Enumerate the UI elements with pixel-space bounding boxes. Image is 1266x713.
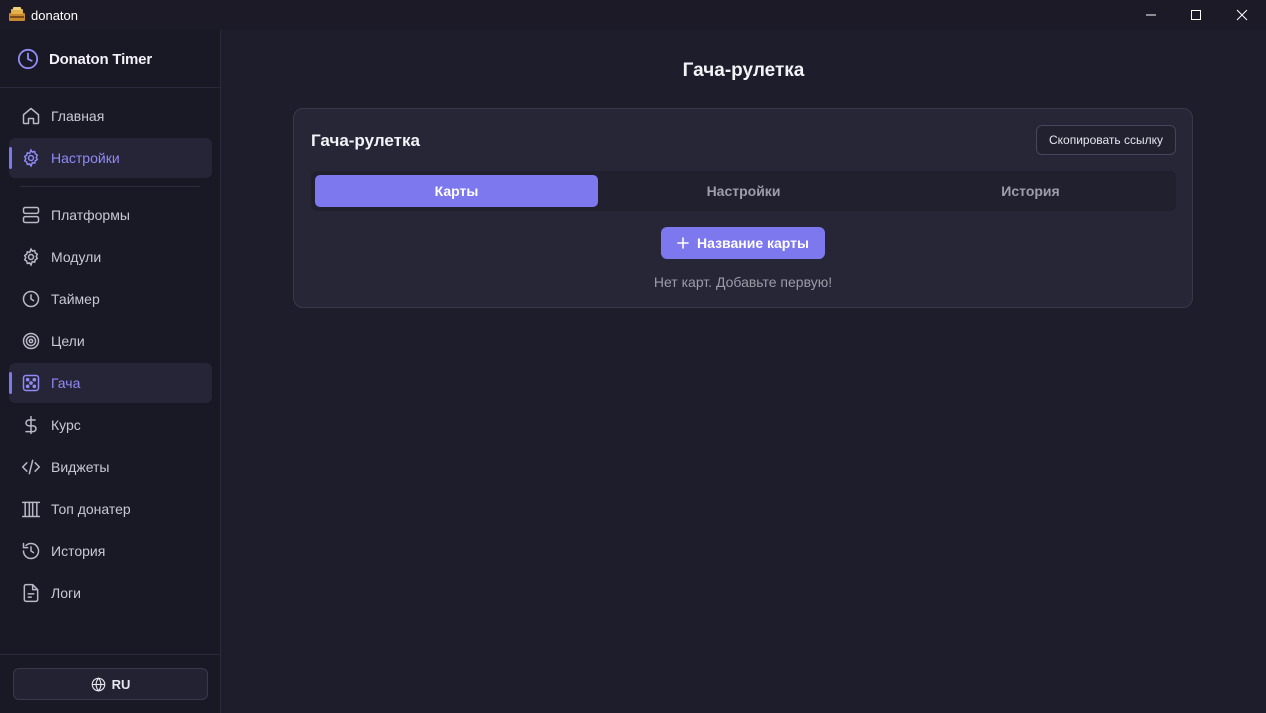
copy-link-button[interactable]: Скопировать ссылку (1036, 125, 1176, 155)
minimize-button[interactable] (1128, 0, 1174, 30)
tabs: Карты Настройки История (311, 171, 1176, 211)
sidebar-item-platforms[interactable]: Платформы (9, 195, 212, 235)
tab-settings[interactable]: Настройки (602, 175, 885, 207)
close-icon (1236, 9, 1248, 21)
dollar-icon (25, 415, 37, 435)
clock-icon (22, 290, 40, 308)
title-bar: donaton (0, 0, 1266, 30)
page-title: Гача-рулетка (682, 60, 805, 81)
empty-state-text: Нет карт. Добавьте первую! (653, 274, 833, 290)
gear-icon (23, 247, 39, 267)
sidebar-item-label: Курс (51, 417, 81, 433)
target-icon (22, 332, 40, 350)
sidebar-item-rate[interactable]: Курс (9, 405, 212, 445)
sidebar-item-label: Главная (51, 108, 105, 124)
sidebar-item-label: Виджеты (51, 459, 110, 475)
brand: Donaton Timer (0, 30, 220, 88)
sidebar-item-timer[interactable]: Таймер (9, 279, 212, 319)
sidebar-item-home[interactable]: Главная (9, 96, 212, 136)
sidebar-item-label: Платформы (51, 207, 130, 223)
gear-icon (23, 148, 39, 168)
sidebar-item-label: Топ донатер (51, 501, 131, 517)
gacha-card: Гача-рулетка Скопировать ссылку Карты На… (293, 108, 1193, 308)
history-icon (22, 542, 40, 560)
sidebar: Donaton Timer Главная Настройки Платформ… (0, 30, 221, 713)
code-icon (21, 459, 41, 475)
sidebar-item-label: Логи (51, 585, 81, 601)
add-card-label: Название карты (697, 235, 809, 251)
maximize-icon (1191, 10, 1201, 20)
sidebar-item-settings[interactable]: Настройки (9, 138, 212, 178)
tab-history[interactable]: История (889, 175, 1172, 207)
home-icon (22, 107, 40, 125)
close-button[interactable] (1219, 0, 1265, 30)
sidebar-item-label: Гача (51, 375, 81, 391)
add-card-button[interactable]: Название карты (661, 227, 825, 259)
file-text-icon (23, 583, 39, 603)
window-title: donaton (31, 8, 78, 23)
card-title: Гача-рулетка (311, 131, 420, 150)
sidebar-item-logs[interactable]: Логи (9, 573, 212, 613)
sidebar-item-label: История (51, 543, 106, 559)
sidebar-item-label: Цели (51, 333, 85, 349)
sidebar-item-widgets[interactable]: Виджеты (9, 447, 212, 487)
sidebar-item-label: Таймер (51, 291, 100, 307)
sidebar-item-history[interactable]: История (9, 531, 212, 571)
plus-icon (677, 237, 689, 249)
maximize-button[interactable] (1173, 0, 1219, 30)
clock-icon (17, 48, 39, 70)
globe-icon (91, 676, 105, 692)
sidebar-item-goals[interactable]: Цели (9, 321, 212, 361)
sidebar-footer-divider (0, 654, 220, 655)
sidebar-item-top-donater[interactable]: Топ донатер (9, 489, 212, 529)
sidebar-item-label: Модули (51, 249, 102, 265)
server-icon (22, 206, 40, 224)
sidebar-divider (20, 186, 200, 187)
sidebar-item-modules[interactable]: Модули (9, 237, 212, 277)
tab-cards[interactable]: Карты (315, 175, 598, 207)
sidebar-item-gacha[interactable]: Гача (9, 363, 212, 403)
sidebar-item-label: Настройки (51, 150, 120, 166)
language-label: RU (111, 676, 131, 692)
dice-icon (22, 374, 40, 392)
podium-icon (21, 501, 41, 518)
minimize-icon (1146, 14, 1156, 16)
language-button[interactable]: RU (13, 668, 208, 700)
brand-name: Donaton Timer (49, 51, 152, 68)
app-icon (9, 7, 25, 21)
